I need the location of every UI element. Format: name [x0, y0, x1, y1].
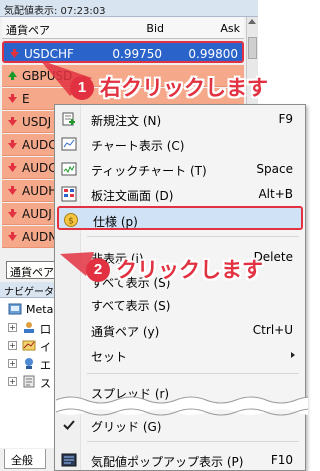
- step-1-badge: 1: [70, 76, 94, 100]
- step-2-badge: 2: [86, 258, 110, 282]
- step-2-instruction: クリックします: [116, 258, 263, 282]
- annotation-pointers: [40, 60, 94, 276]
- step-1-instruction: 右クリックします: [100, 76, 268, 100]
